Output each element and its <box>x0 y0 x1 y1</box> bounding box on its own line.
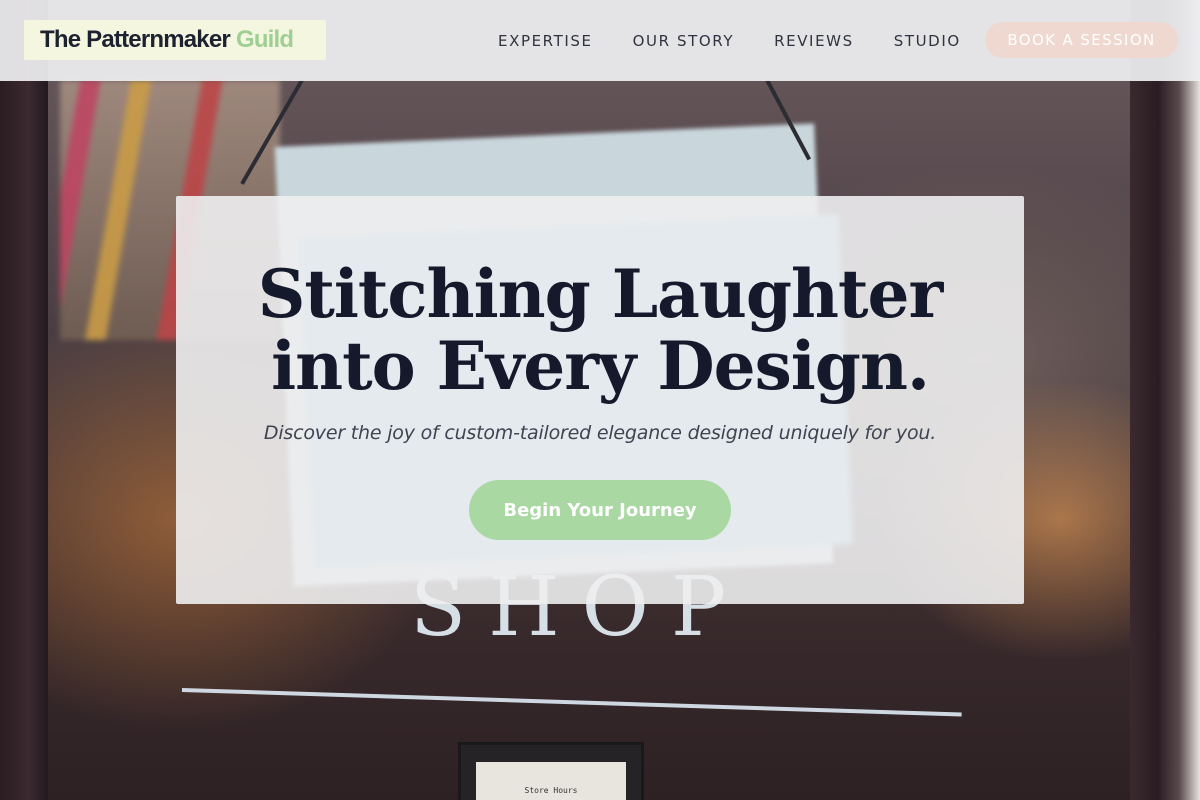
top-navigation-bar: The Patternmaker Guild EXPERTISE OUR STO… <box>0 0 1200 81</box>
hero-title-line-1: Stitching Laughter <box>257 255 944 333</box>
door-frame-left <box>0 0 48 800</box>
door-frame-right <box>1130 0 1200 800</box>
begin-journey-button[interactable]: Begin Your Journey <box>469 480 731 540</box>
book-session-button[interactable]: BOOK A SESSION <box>985 22 1178 58</box>
hero-title-line-2: into Every Design. <box>271 327 930 405</box>
window-decal-line <box>181 688 962 717</box>
store-hours-text: Store Hours <box>524 786 578 795</box>
brand-logo[interactable]: The Patternmaker Guild <box>24 20 326 60</box>
nav-link-reviews[interactable]: REVIEWS <box>774 32 854 50</box>
brand-name-accent: Guild <box>235 26 294 53</box>
nav-link-studio[interactable]: STUDIO <box>894 32 961 50</box>
hero-subtitle: Discover the joy of custom-tailored eleg… <box>263 422 937 444</box>
main-nav: EXPERTISE OUR STORY REVIEWS STUDIO <box>480 0 1001 81</box>
hero-card: Stitching Laughter into Every Design. Di… <box>176 196 1024 604</box>
brand-name: The Patternmaker <box>40 26 231 53</box>
nav-link-expertise[interactable]: EXPERTISE <box>498 32 593 50</box>
hero-title: Stitching Laughter into Every Design. <box>176 258 1024 402</box>
nav-link-our-story[interactable]: OUR STORY <box>633 32 735 50</box>
